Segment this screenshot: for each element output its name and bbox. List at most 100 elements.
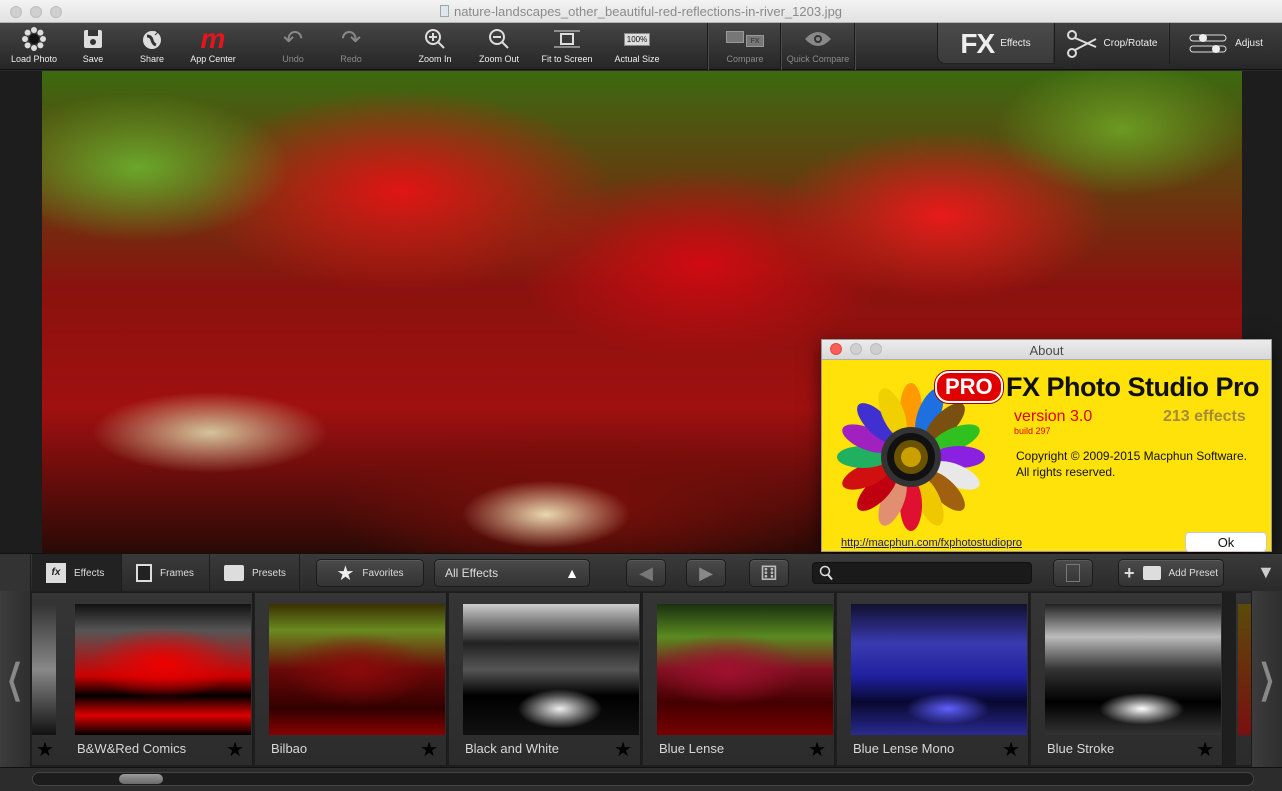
hundred-percent-icon: 100% <box>623 32 651 46</box>
effect-name: Black and White <box>465 741 559 756</box>
effect-thumbnail[interactable] <box>269 604 445 735</box>
bar-spacer <box>0 554 31 592</box>
favorite-star-icon[interactable]: ★ <box>420 737 438 762</box>
about-titlebar: About <box>822 340 1271 360</box>
effect-card[interactable]: Blue Lense ★ <box>643 593 835 765</box>
fit-to-screen-button[interactable]: Fit to Screen <box>536 23 598 70</box>
scroll-right-button[interactable]: ❯ <box>1252 591 1282 767</box>
share-button[interactable]: Share <box>130 23 174 70</box>
tab-crop-rotate[interactable]: Crop/Rotate <box>1054 23 1168 64</box>
previous-effect-button[interactable]: ◀ <box>626 559 666 587</box>
search-input[interactable] <box>839 565 1029 581</box>
star-icon: ★ <box>336 562 355 585</box>
load-photo-button[interactable]: Load Photo <box>6 23 62 70</box>
quick-compare-button[interactable]: Quick Compare <box>784 23 852 70</box>
globe-share-icon <box>143 29 161 49</box>
add-preset-button[interactable]: + Add Preset <box>1118 559 1224 587</box>
horizontal-scrollbar[interactable] <box>0 767 1282 791</box>
folder-icon <box>224 565 244 581</box>
toolbar-divider <box>780 23 781 70</box>
fx-file-icon: fx <box>46 563 66 583</box>
main-toolbar: Load Photo Save Share m App Center ↶ Und… <box>0 23 1282 70</box>
favorite-star-icon[interactable]: ★ <box>1196 737 1214 762</box>
arrow-right-icon: ▶ <box>699 562 713 583</box>
favorite-star-icon[interactable]: ★ <box>1002 737 1020 762</box>
redo-arrow-icon: ↷ <box>340 25 362 53</box>
effect-card-partial[interactable] <box>1236 593 1252 765</box>
fx-icon: FX <box>960 27 995 59</box>
zoom-out-button[interactable]: Zoom Out <box>476 23 522 70</box>
effect-card[interactable]: Black and White ★ <box>449 593 641 765</box>
effect-name: B&W&Red Comics <box>77 741 187 756</box>
zoom-in-icon <box>425 29 445 49</box>
effect-name: Blue Stroke <box>1047 741 1115 756</box>
triangle-up-icon: ▲ <box>565 565 579 581</box>
tab-frames[interactable]: Frames <box>122 554 210 592</box>
effect-thumbnail[interactable] <box>1045 604 1221 735</box>
scroll-left-button[interactable]: ❮ <box>0 591 30 767</box>
effect-thumbnail[interactable] <box>657 604 833 735</box>
effects-search-field[interactable] <box>812 562 1032 584</box>
actual-size-button[interactable]: 100% Actual Size <box>610 23 664 70</box>
compare-icon: FX <box>726 31 764 47</box>
tab-effects[interactable]: FX Effects <box>937 23 1053 64</box>
scroll-track[interactable] <box>32 772 1254 786</box>
about-dialog: About PRO FX Photo Studio Pro version 3.… <box>821 339 1272 552</box>
random-effect-button[interactable]: ⚅ <box>749 559 789 587</box>
ok-button[interactable]: Ok <box>1185 532 1267 552</box>
floppy-disk-icon <box>84 30 102 48</box>
about-title: About <box>1029 343 1064 358</box>
scissors-icon <box>1066 29 1096 58</box>
zoom-out-icon <box>489 29 509 49</box>
favorite-star-icon[interactable]: ★ <box>36 737 54 762</box>
product-name: FX Photo Studio Pro <box>1006 372 1259 402</box>
chevron-right-icon: ❯ <box>1258 657 1276 701</box>
favorite-star-icon[interactable]: ★ <box>226 737 244 762</box>
effect-name: Bilbao <box>271 741 308 756</box>
chevron-left-icon: ❮ <box>6 657 24 701</box>
app-center-button[interactable]: m App Center <box>184 23 242 70</box>
layer-icon <box>1066 564 1080 582</box>
zoom-in-button[interactable]: Zoom In <box>412 23 458 70</box>
scroll-thumb[interactable] <box>119 774 163 784</box>
arrow-left-icon: ◀ <box>639 562 653 583</box>
flower-icon <box>22 27 46 51</box>
sliders-icon <box>1189 33 1227 53</box>
effect-thumbnail[interactable] <box>851 604 1027 735</box>
layer-button[interactable] <box>1053 559 1093 587</box>
collapse-triangle-icon[interactable]: ▼ <box>1257 562 1275 583</box>
effect-card[interactable]: B&W&Red Comics ★ <box>61 593 253 765</box>
fit-screen-icon <box>554 30 580 48</box>
effect-name: Blue Lense Mono <box>853 741 955 756</box>
pro-badge: PRO <box>935 371 1003 403</box>
category-select[interactable]: All Effects ▲ <box>434 559 590 587</box>
version-text: version 3.0 <box>1014 408 1093 425</box>
compare-button[interactable]: FX Compare <box>715 23 775 70</box>
toolbar-divider <box>707 23 708 70</box>
tab-presets[interactable]: Presets <box>210 554 300 592</box>
effect-card[interactable]: Blue Stroke ★ <box>1031 593 1223 765</box>
build-text: build 297 <box>1014 426 1051 436</box>
favorite-star-icon[interactable]: ★ <box>614 737 632 762</box>
app-logo-icon <box>837 383 985 531</box>
effect-card[interactable]: Blue Lense Mono ★ <box>837 593 1029 765</box>
effect-card[interactable]: Bilbao ★ <box>255 593 447 765</box>
macphun-logo-icon: m <box>200 23 226 54</box>
effect-thumbnail[interactable] <box>463 604 639 735</box>
favorite-star-icon[interactable]: ★ <box>808 737 826 762</box>
next-effect-button[interactable]: ▶ <box>686 559 726 587</box>
file-icon <box>439 5 449 17</box>
about-body: PRO FX Photo Studio Pro version 3.0 buil… <box>822 360 1271 552</box>
effect-thumbnail[interactable] <box>75 604 251 735</box>
search-icon <box>819 565 833 581</box>
toolbar-divider <box>854 23 855 70</box>
folder-icon <box>1142 566 1161 580</box>
undo-button[interactable]: ↶ Undo <box>272 23 314 70</box>
save-button[interactable]: Save <box>72 23 114 70</box>
website-link[interactable]: http://macphun.com/fxphotostudiopro <box>841 537 1022 549</box>
copyright-text: Copyright © 2009-2015 Macphun Software. A… <box>1016 449 1247 479</box>
tab-adjust[interactable]: Adjust <box>1169 23 1282 64</box>
tab-effects-list[interactable]: fx Effects <box>32 554 122 592</box>
favorites-button[interactable]: ★ Favorites <box>316 559 424 587</box>
redo-button[interactable]: ↷ Redo <box>330 23 372 70</box>
